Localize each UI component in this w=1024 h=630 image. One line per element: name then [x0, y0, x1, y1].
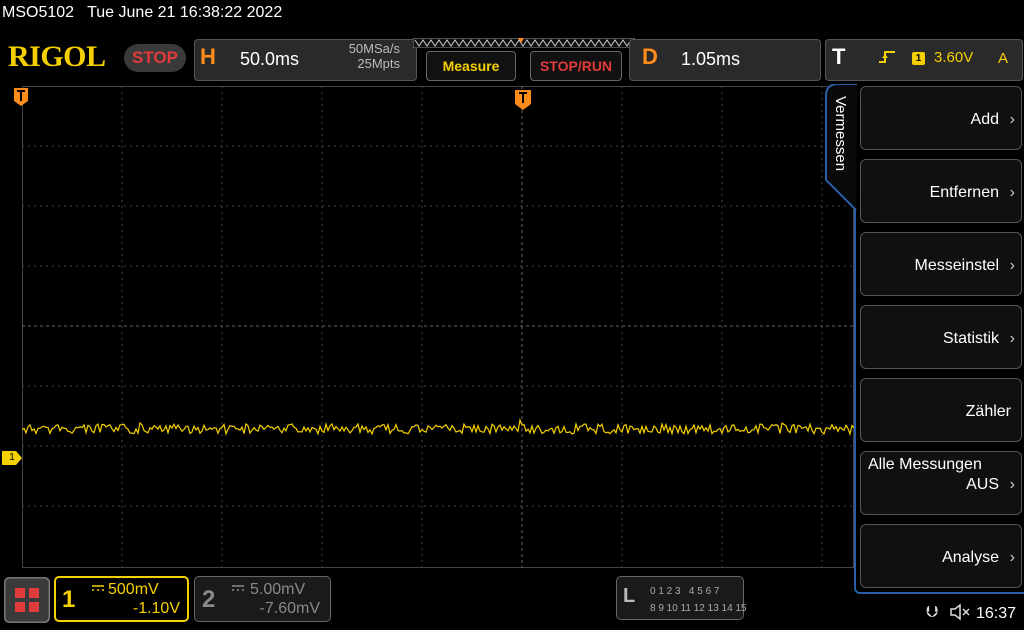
menu-item-label: Entfernen [929, 184, 999, 201]
system-clock: 16:37 [976, 605, 1017, 622]
menu-counter-button[interactable]: Zähler [860, 378, 1022, 442]
brand-logo: RIGOL [8, 40, 106, 73]
ch1-offset: -1.10V [132, 600, 180, 617]
trigger-mode: A [998, 50, 1009, 67]
graticule [22, 86, 854, 568]
timebase-value: 50.0ms [240, 49, 300, 69]
la-channels-row1: 0 1 2 3 4 5 6 7 [650, 586, 720, 597]
chevron-right-icon: › [1009, 257, 1015, 274]
home-button[interactable] [4, 577, 50, 623]
la-channels-row2: 8 9 10 11 12 13 14 15 [650, 603, 747, 614]
ch2-scale: 5.00mV [250, 581, 306, 598]
menu-all-measurements-button[interactable]: Alle Messungen AUS › [860, 451, 1022, 515]
stop-run-button[interactable]: STOP/RUN [530, 51, 622, 81]
logic-analyzer-label: L [623, 585, 636, 607]
ch1-waveform [22, 417, 854, 436]
sample-rate: 50MSa/s [348, 41, 400, 56]
menu-item-label: Statistik [942, 330, 999, 347]
menu-add-button[interactable]: Add › [860, 86, 1022, 150]
menu-item-value: AUS [966, 476, 999, 493]
datetime: Tue June 21 16:38:22 2022 [87, 4, 283, 21]
run-state-badge: STOP [124, 44, 186, 72]
rising-edge-icon [879, 51, 895, 63]
memory-position-indicator [413, 38, 635, 48]
menu-item-title: Alle Messungen [868, 456, 982, 473]
menu-analysis-button[interactable]: Analyse › [860, 524, 1022, 588]
chevron-right-icon: › [1009, 184, 1015, 201]
menu-remove-button[interactable]: Entfernen › [860, 159, 1022, 223]
horizontal-label: H [200, 44, 216, 69]
menu-statistics-button[interactable]: Statistik › [860, 305, 1022, 369]
menu-title: Vermessen [832, 96, 849, 172]
menu-settings-button[interactable]: Messeinstel › [860, 232, 1022, 296]
ch2-offset: -7.60mV [259, 600, 320, 617]
speaker-muted-icon[interactable] [950, 603, 972, 621]
trigger-level: 3.60V [934, 49, 974, 66]
window-title: MSO5102 Tue June 21 16:38:22 2022 [2, 4, 282, 22]
ch1-number: 1 [62, 586, 76, 613]
ch1-scale: 500mV [108, 581, 159, 598]
model-name: MSO5102 [2, 4, 75, 21]
trigger-source-badge: 1 [912, 52, 925, 65]
chevron-right-icon: › [1009, 330, 1015, 347]
delay-value: 1.05ms [681, 49, 741, 69]
chevron-right-icon: › [1009, 549, 1015, 566]
usb-icon: ⮋ [926, 604, 939, 621]
ch1-trace [22, 417, 854, 436]
measure-button[interactable]: Measure [426, 51, 516, 81]
memory-depth: 25Mpts [357, 56, 400, 71]
ch2-number: 2 [202, 586, 216, 613]
chevron-right-icon: › [1009, 111, 1015, 128]
menu-item-label: Zähler [965, 403, 1011, 420]
menu-item-label: Analyse [942, 549, 999, 566]
menu-item-label: Messeinstel [914, 257, 999, 274]
chevron-right-icon: › [1009, 476, 1015, 493]
trigger-label: T [832, 44, 846, 69]
ch1-offset-marker[interactable]: 1 [2, 451, 22, 465]
dc-coupling-icon [92, 585, 104, 591]
delay-label: D [642, 44, 658, 69]
menu-item-label: Add [970, 111, 999, 128]
trigger-position-marker[interactable] [14, 88, 28, 106]
trigger-time-marker[interactable] [515, 90, 531, 110]
dc-coupling-icon [232, 585, 244, 591]
